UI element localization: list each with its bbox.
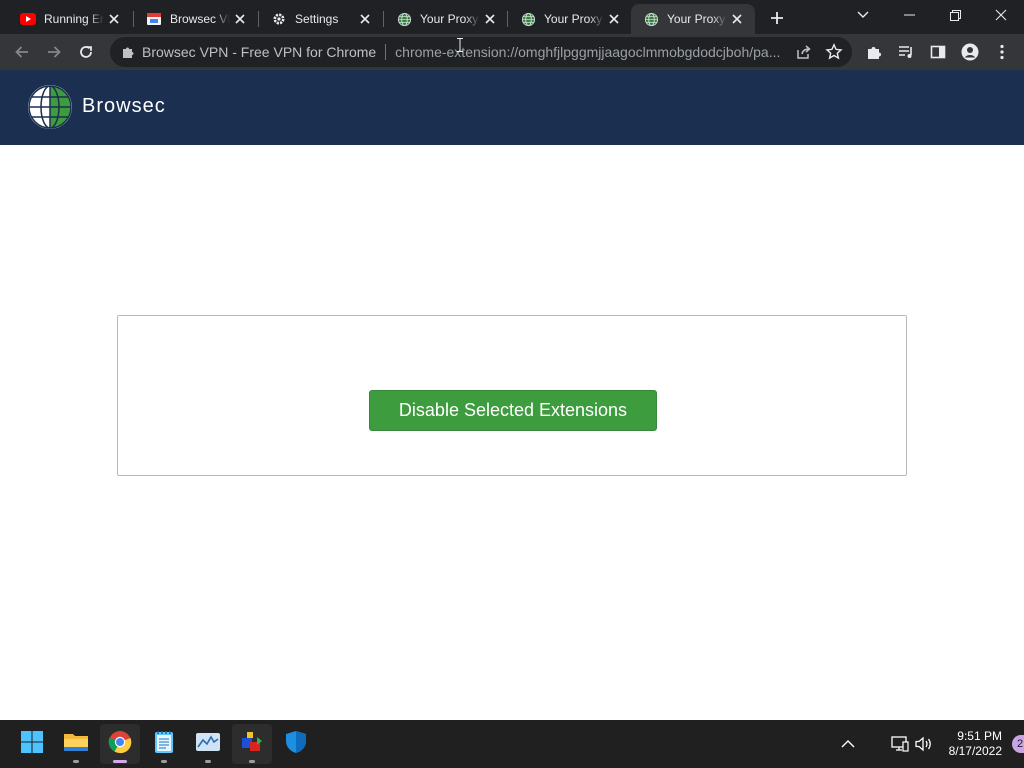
globe-icon — [520, 11, 536, 27]
notepad-icon — [153, 730, 175, 759]
brand-name: Browsec — [82, 95, 166, 117]
taskbar-chrome[interactable] — [100, 724, 140, 764]
close-icon[interactable] — [482, 11, 498, 27]
tab-your-proxy-active[interactable]: Your Proxy — [631, 4, 755, 34]
tab-strip: Running Errands Song Browsec VPN Setting… — [0, 0, 1024, 34]
show-hidden-icons-button[interactable] — [838, 734, 858, 754]
disable-selected-extensions-button[interactable]: Disable Selected Extensions — [369, 390, 657, 431]
restore-button[interactable] — [932, 0, 978, 30]
app-icon — [239, 729, 265, 760]
close-icon[interactable] — [106, 11, 122, 27]
tab-your-proxy[interactable]: Your Proxy — [508, 4, 632, 34]
network-icon[interactable] — [890, 734, 910, 754]
taskbar-file-explorer[interactable] — [56, 724, 96, 764]
running-indicator — [249, 760, 255, 763]
start-button[interactable] — [12, 724, 52, 764]
tab-settings[interactable]: Settings — [259, 4, 383, 34]
browsec-store-icon — [146, 11, 162, 27]
notification-badge[interactable]: 2 — [1012, 735, 1024, 753]
volume-icon[interactable] — [914, 734, 934, 754]
globe-icon — [396, 11, 412, 27]
site-name: Browsec VPN - Free VPN for Chrome — [142, 44, 377, 60]
running-indicator — [205, 760, 211, 763]
minimize-button[interactable] — [886, 0, 932, 30]
tab-running-errands[interactable]: Running Errands Song — [8, 4, 132, 34]
tab-title: Running Errands Song — [44, 12, 104, 26]
tab-title: Browsec VPN — [170, 12, 230, 26]
close-window-button[interactable] — [978, 0, 1024, 30]
tab-title: Your Proxy — [544, 12, 603, 26]
clock-date: 8/17/2022 — [948, 744, 1002, 758]
reload-button[interactable] — [72, 38, 100, 66]
tab-your-proxy[interactable]: Your Proxy — [384, 4, 508, 34]
extension-puzzle-icon[interactable] — [120, 44, 136, 60]
taskbar-task-manager[interactable] — [188, 724, 228, 764]
chrome-icon — [108, 730, 132, 759]
taskbar-app[interactable] — [232, 724, 272, 764]
side-panel-button[interactable] — [924, 38, 952, 66]
new-tab-button[interactable] — [766, 7, 788, 29]
windows-taskbar: 9:51 PM 8/17/2022 2 — [0, 720, 1024, 768]
youtube-icon — [20, 11, 36, 27]
close-icon[interactable] — [357, 11, 373, 27]
extensions-button[interactable] — [860, 38, 888, 66]
bookmark-star-icon[interactable] — [825, 43, 843, 61]
tab-title: Settings — [295, 12, 339, 26]
taskbar-notepad[interactable] — [144, 724, 184, 764]
running-indicator — [161, 760, 167, 763]
brand-header: Browsec — [0, 70, 1024, 145]
close-icon[interactable] — [232, 11, 248, 27]
omnibox-divider — [385, 44, 387, 60]
globe-icon — [643, 11, 659, 27]
tab-browsec-vpn[interactable]: Browsec VPN — [134, 4, 258, 34]
tab-search-button[interactable] — [840, 0, 886, 30]
share-icon[interactable] — [796, 44, 812, 60]
close-icon[interactable] — [606, 11, 622, 27]
browser-menu-button[interactable] — [988, 38, 1016, 66]
profile-button[interactable] — [956, 38, 984, 66]
back-button[interactable] — [8, 38, 36, 66]
media-control-button[interactable] — [892, 38, 920, 66]
windows-security-icon — [285, 730, 307, 759]
text-cursor-icon — [457, 38, 463, 52]
address-bar[interactable]: Browsec VPN - Free VPN for Chrome chrome… — [110, 37, 852, 67]
url-text[interactable]: chrome-extension://omghfjlpggmjjaagoclmm… — [395, 44, 791, 60]
browser-toolbar: Browsec VPN - Free VPN for Chrome chrome… — [0, 34, 1024, 70]
browsec-globe-logo-icon — [26, 83, 74, 131]
extensions-card: Disable Selected Extensions — [117, 315, 907, 476]
forward-button[interactable] — [40, 38, 68, 66]
gear-icon — [271, 11, 287, 27]
file-explorer-icon — [63, 731, 89, 758]
taskbar-windows-security[interactable] — [276, 724, 316, 764]
close-icon[interactable] — [729, 11, 745, 27]
clock-time: 9:51 PM — [957, 729, 1002, 743]
start-icon — [20, 730, 44, 759]
tab-title: Your Proxy — [420, 12, 479, 26]
running-indicator — [73, 760, 79, 763]
system-clock[interactable]: 9:51 PM 8/17/2022 — [944, 729, 1002, 759]
task-manager-icon — [195, 731, 221, 758]
tab-title: Your Proxy — [667, 12, 726, 26]
active-indicator — [113, 760, 127, 763]
